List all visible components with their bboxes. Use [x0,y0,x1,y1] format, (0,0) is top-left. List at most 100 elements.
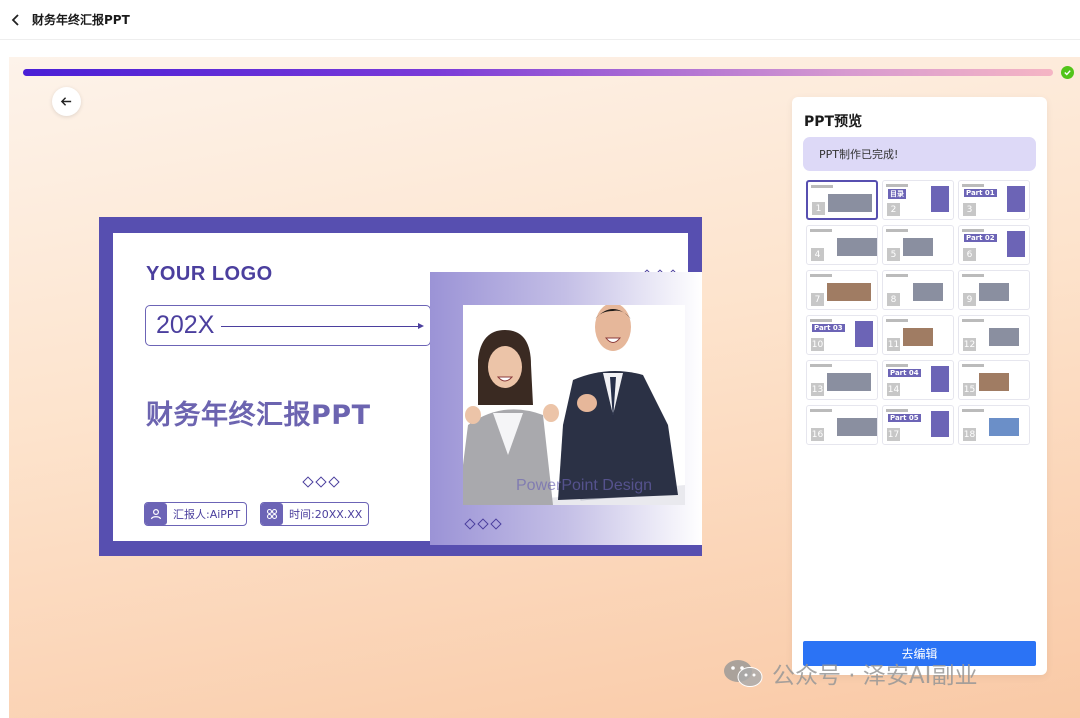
thumbnail-header-line [811,185,833,188]
return-button[interactable] [52,87,81,116]
thumbnail-image [903,328,933,346]
thumbnail-image [989,418,1019,436]
slide-thumbnail[interactable]: Part 04 14 [882,360,954,400]
thumbnail-image [979,373,1009,391]
diamond-decoration-mid [302,476,340,488]
slide-thumbnail[interactable]: 目录 2 [882,180,954,220]
time-tag: 时间:20XX.XX [260,502,370,526]
thumbnail-number: 10 [811,338,824,351]
time-text: 时间:20XX.XX [289,508,363,521]
thumbnail-header-line [886,274,908,277]
thumbnail-number: 17 [887,428,900,441]
slide-thumbnail[interactable]: Part 01 3 [958,180,1030,220]
thumbnail-header-line [886,229,908,232]
slide-thumbnail[interactable]: 11 [882,315,954,355]
workspace: YOUR LOGO 202X 财务年终汇报PPT 汇报人:AiPPT 时间:20… [9,57,1080,718]
slide-thumbnail[interactable]: 5 [882,225,954,265]
slide-thumbnail[interactable]: 1 [806,180,878,220]
thumbnail-number: 1 [812,202,825,215]
thumbnail-accent-block [931,411,949,437]
thumbnail-label: 目录 [888,189,906,199]
thumbnail-number: 15 [963,383,976,396]
thumbnail-number: 11 [887,338,900,351]
thumbnail-image [828,194,872,212]
thumbnail-number: 12 [963,338,976,351]
thumbnail-label: Part 02 [964,234,997,242]
wechat-watermark: 公众号 · 泽安AI副业 [722,656,977,690]
chevron-left-icon [11,13,19,26]
ppt-preview-panel: PPT预览 PPT制作已完成! 1 目录 2 Part 01 3 4 5 Part 02 6 7 8… [792,97,1047,675]
thumbnail-number: 7 [811,293,824,306]
check-icon [1064,70,1071,76]
slide-thumbnail[interactable]: 9 [958,270,1030,310]
photo-frame [463,305,685,505]
thumbnail-number: 4 [811,248,824,261]
slide-thumbnail[interactable]: 15 [958,360,1030,400]
thumbnail-image [827,373,871,391]
thumbnail-header-line [886,364,908,367]
photo-panel: PowerPoint Design [430,272,702,545]
thumbnail-header-line [962,364,984,367]
thumbnail-image [989,328,1019,346]
watermark-text: 公众号 · 泽安AI副业 [772,663,978,689]
thumbnail-accent-block [855,321,873,347]
diamond-decoration-bottom [464,518,502,530]
thumbnail-header-line [886,409,908,412]
back-button[interactable] [2,6,30,34]
thumbnail-image [903,238,933,256]
year-box: 202X [145,305,431,346]
slide-thumbnail[interactable]: 18 [958,405,1030,445]
thumbnail-number: 5 [887,248,900,261]
slide-thumbnail[interactable]: Part 05 17 [882,405,954,445]
thumbnail-header-line [810,319,832,322]
thumbnail-number: 16 [811,428,824,441]
thumbnail-number: 6 [963,248,976,261]
slide-thumbnail[interactable]: 12 [958,315,1030,355]
progress-bar [23,69,1053,76]
slide-thumbnail[interactable]: Part 03 10 [806,315,878,355]
thumbnail-number: 9 [963,293,976,306]
slide-thumbnail[interactable]: 7 [806,270,878,310]
thumbnail-label: Part 01 [964,189,997,197]
thumbnail-image [837,418,877,436]
grid-icon [261,503,283,525]
thumbnail-label: Part 03 [812,324,845,332]
arrow-left-icon [60,97,72,106]
business-people-photo [463,305,685,505]
thumbnail-image [837,238,877,256]
thumbnail-header-line [962,229,984,232]
thumbnail-header-line [962,409,984,412]
thumbnail-number: 18 [963,428,976,441]
thumbnail-number: 13 [811,383,824,396]
user-icon [145,503,167,525]
slide-thumbnail[interactable]: Part 02 6 [958,225,1030,265]
arrow-right-icon [418,323,424,329]
thumbnail-number: 8 [887,293,900,306]
thumbnail-accent-block [931,186,949,212]
slide-canvas[interactable]: YOUR LOGO 202X 财务年终汇报PPT 汇报人:AiPPT 时间:20… [99,217,702,556]
slide-logo: YOUR LOGO [146,263,273,285]
thumbnail-image [979,283,1009,301]
slide-thumbnail[interactable]: 4 [806,225,878,265]
year-line [221,326,421,327]
slide-thumbnail[interactable]: 8 [882,270,954,310]
progress-fill [23,69,1053,76]
thumbnail-header-line [810,229,832,232]
thumbnail-accent-block [1007,186,1025,212]
thumbnail-number: 3 [963,203,976,216]
slide-thumbnail[interactable]: 16 [806,405,878,445]
reporter-text: 汇报人:AiPPT [173,508,241,521]
page-title: 财务年终汇报PPT [32,13,130,27]
thumbnail-header-line [886,319,908,322]
thumbnail-number: 14 [887,383,900,396]
thumbnail-image [827,283,871,301]
reporter-tag: 汇报人:AiPPT [144,502,248,526]
thumbnail-header-line [810,364,832,367]
slide-thumbnail[interactable]: 13 [806,360,878,400]
wechat-icon [724,660,763,687]
design-watermark-text: PowerPoint Design [516,477,653,494]
thumbnail-header-line [886,184,908,187]
thumbnail-accent-block [931,366,949,392]
thumbnail-header-line [962,184,984,187]
thumbnail-label: Part 04 [888,369,921,377]
